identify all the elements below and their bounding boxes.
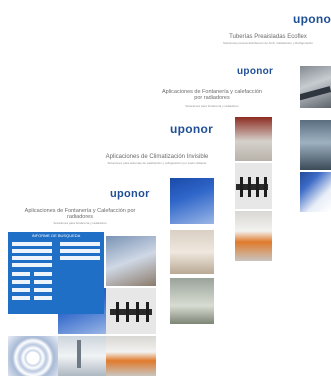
form-row bbox=[34, 272, 52, 276]
form-row bbox=[60, 256, 100, 260]
brochure-title: Aplicaciones de Climatización Invisible bbox=[105, 154, 209, 160]
uponor-logo: uponor bbox=[237, 66, 274, 77]
fitting-photo bbox=[106, 336, 156, 376]
uponor-logo: uponor bbox=[170, 122, 214, 136]
form-row bbox=[34, 280, 52, 284]
form-row bbox=[12, 256, 52, 260]
brochure-subtitle: Soluciones para fontanería y radiadores bbox=[185, 104, 239, 108]
form-row bbox=[12, 263, 52, 267]
form-row bbox=[12, 272, 30, 276]
brochure-title: Aplicaciones de Fontanería y calefacción… bbox=[162, 89, 262, 102]
brochure-subtitle: Soluciones para fontanería y radiadores bbox=[53, 221, 107, 225]
manifold-photo bbox=[106, 288, 156, 334]
form-row bbox=[60, 249, 100, 253]
valve-photo bbox=[232, 117, 272, 161]
form-row bbox=[60, 242, 100, 246]
uponor-logo: uponor bbox=[293, 12, 331, 26]
pipe-coil-photo bbox=[8, 336, 58, 376]
form-row bbox=[12, 249, 52, 253]
underfloor-photo bbox=[170, 178, 214, 224]
wall-photo bbox=[170, 278, 214, 324]
form-row bbox=[34, 296, 52, 300]
brochure-title: Aplicaciones de Fontanería y Calefacción… bbox=[24, 208, 136, 221]
fitting-photo bbox=[232, 211, 272, 261]
brochure-subtitle: Soluciones para sistemas de calefacción … bbox=[107, 161, 207, 165]
form-row bbox=[12, 242, 52, 246]
form-row bbox=[12, 296, 30, 300]
uponor-logo: uponor bbox=[110, 188, 150, 200]
manifold-photo bbox=[232, 163, 272, 209]
brochure-subtitle: Soluciones para la distribución de ACS, … bbox=[222, 41, 314, 45]
form-row bbox=[12, 280, 30, 284]
brochure-title: Tuberías Preaisladas Ecoflex bbox=[229, 34, 307, 40]
form-row bbox=[34, 288, 52, 292]
room-photo bbox=[170, 230, 214, 274]
shower-photo bbox=[58, 336, 106, 376]
form-row bbox=[12, 288, 30, 292]
worker-photo bbox=[106, 236, 156, 286]
search-report-form: INFORME DE BUSQUEDA bbox=[8, 232, 104, 314]
form-header: INFORME DE BUSQUEDA bbox=[31, 233, 81, 238]
